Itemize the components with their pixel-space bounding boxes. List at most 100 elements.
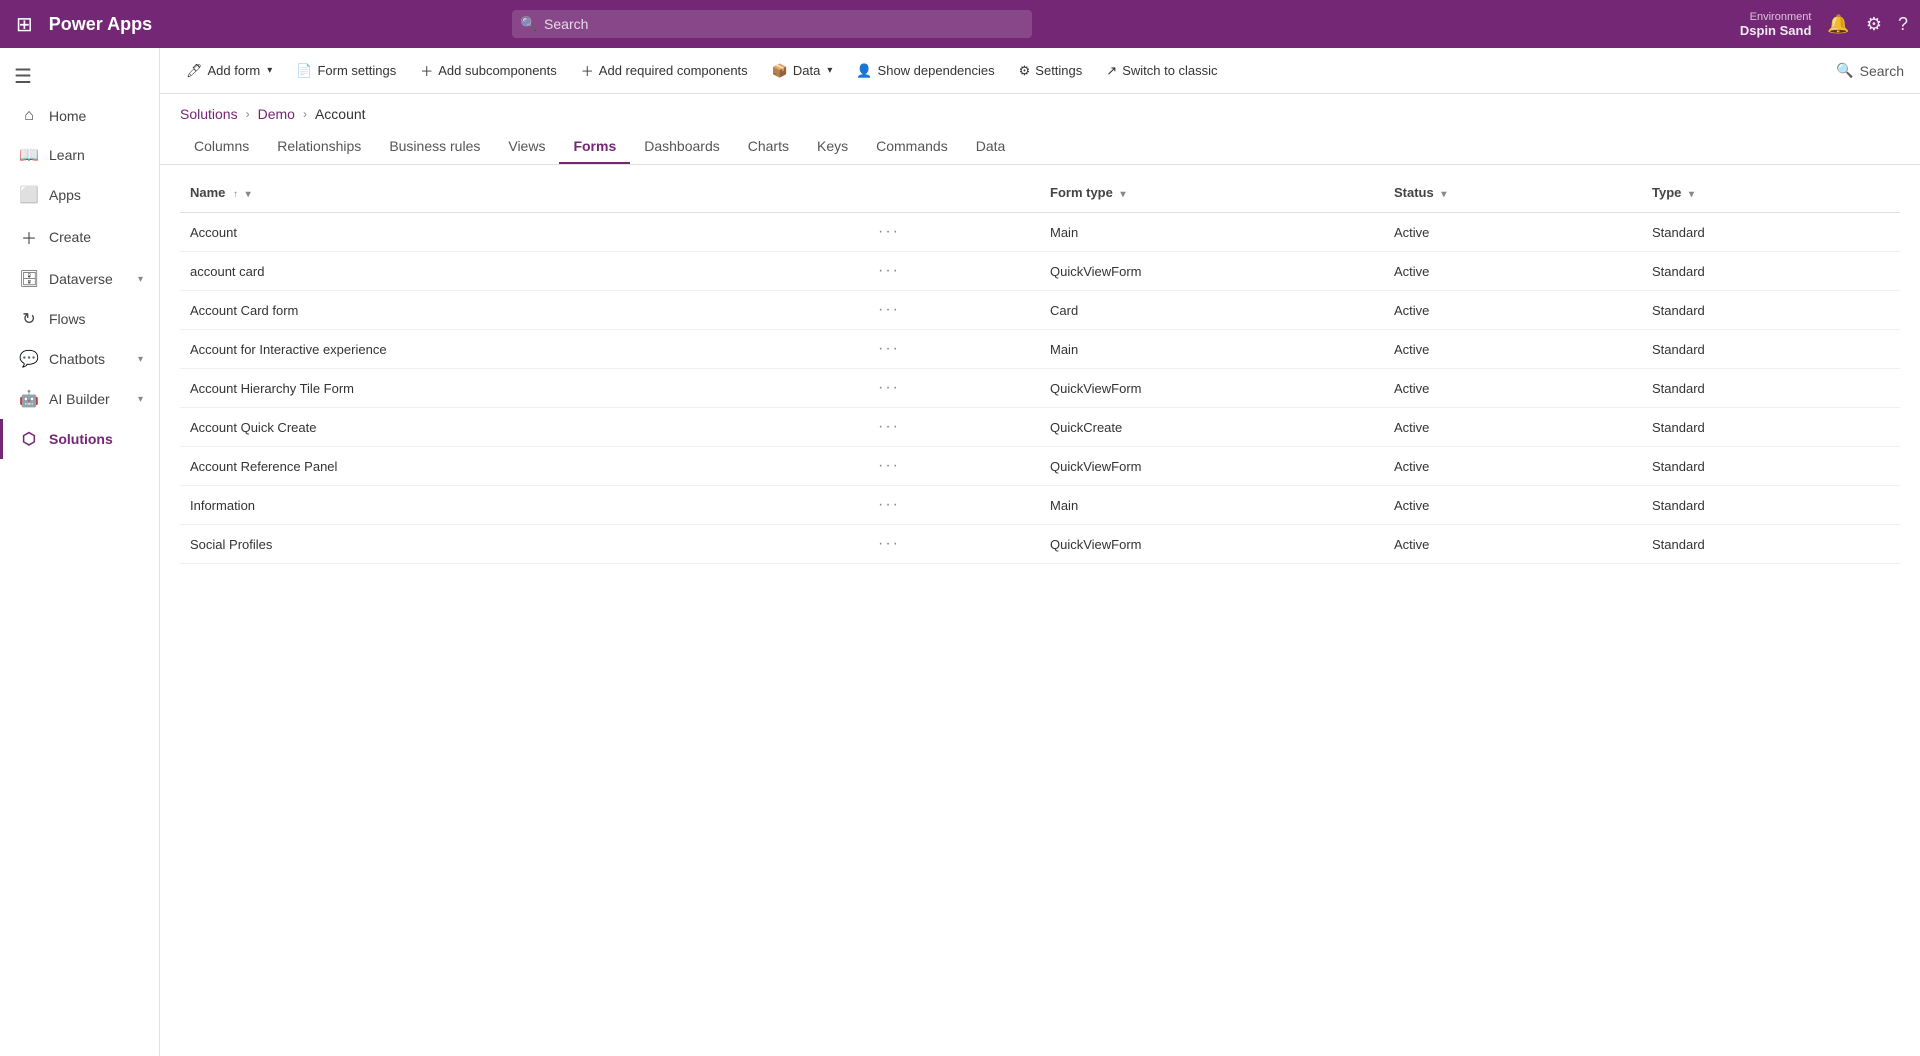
app-brand: Power Apps — [49, 14, 152, 35]
settings-label: Settings — [1035, 63, 1082, 78]
cell-form-type: Main — [1040, 213, 1384, 252]
tab-columns[interactable]: Columns — [180, 130, 263, 164]
column-header-form-type[interactable]: Form type ▾ — [1040, 173, 1384, 213]
form-settings-button[interactable]: 📄 Form settings — [286, 58, 406, 84]
tab-keys[interactable]: Keys — [803, 130, 862, 164]
settings-icon: ⚙ — [1019, 63, 1031, 79]
topbar-search-input[interactable] — [512, 10, 1032, 38]
sidebar-item-apps[interactable]: ⬜ Apps — [0, 175, 159, 215]
tab-business-rules[interactable]: Business rules — [375, 130, 494, 164]
row-actions-button[interactable]: ··· — [868, 486, 1040, 525]
column-header-type[interactable]: Type ▾ — [1642, 173, 1900, 213]
cell-form-type: Card — [1040, 291, 1384, 330]
cell-name: Account Hierarchy Tile Form — [180, 369, 868, 408]
toolbar-search-right[interactable]: 🔍 Search — [1836, 62, 1904, 79]
cell-status: Active — [1384, 291, 1642, 330]
sidebar-item-ai-builder[interactable]: 🤖 AI Builder ▾ — [0, 379, 159, 419]
row-actions-button[interactable]: ··· — [868, 291, 1040, 330]
sidebar-item-label: Apps — [49, 187, 81, 203]
add-form-button[interactable]: 🖊 Add form ▾ — [176, 58, 282, 84]
switch-classic-button[interactable]: ↗ Switch to classic — [1096, 58, 1227, 84]
cell-status: Active — [1384, 252, 1642, 291]
table-row[interactable]: Account Quick Create ··· QuickCreate Act… — [180, 408, 1900, 447]
search-icon: 🔍 — [520, 16, 537, 33]
sidebar-item-learn[interactable]: 📖 Learn — [0, 135, 159, 175]
waffle-icon[interactable]: ⊞ — [12, 8, 37, 41]
sidebar-item-solutions[interactable]: ⬡ Solutions — [0, 419, 159, 459]
sidebar-item-label: Dataverse — [49, 271, 113, 287]
table-row[interactable]: Account Hierarchy Tile Form ··· QuickVie… — [180, 369, 1900, 408]
row-actions-button[interactable]: ··· — [868, 252, 1040, 291]
ai-builder-icon: 🤖 — [19, 389, 39, 409]
data-button[interactable]: 📦 Data ▾ — [762, 58, 843, 84]
forms-table: Name ↑ ▾ Form type ▾ Status ▾ — [180, 173, 1900, 564]
cell-name: Information — [180, 486, 868, 525]
show-dependencies-label: Show dependencies — [878, 63, 995, 78]
cell-name: Account for Interactive experience — [180, 330, 868, 369]
filter-icon: ▾ — [1120, 189, 1125, 200]
table-row[interactable]: Account ··· Main Active Standard — [180, 213, 1900, 252]
cell-form-type: QuickViewForm — [1040, 252, 1384, 291]
tab-forms[interactable]: Forms — [559, 130, 630, 164]
add-form-icon: 🖊 — [186, 63, 203, 79]
sidebar-item-label: Solutions — [49, 431, 113, 447]
row-actions-button[interactable]: ··· — [868, 525, 1040, 564]
cell-status: Active — [1384, 330, 1642, 369]
sidebar-item-label: Flows — [49, 311, 86, 327]
add-subcomponents-button[interactable]: ＋ Add subcomponents — [410, 56, 567, 85]
table-row[interactable]: Account Card form ··· Card Active Standa… — [180, 291, 1900, 330]
add-required-label: Add required components — [599, 63, 748, 78]
breadcrumb-demo[interactable]: Demo — [258, 106, 295, 122]
table-row[interactable]: Account Reference Panel ··· QuickViewFor… — [180, 447, 1900, 486]
toolbar-search-label: Search — [1860, 63, 1904, 79]
sidebar-item-label: Home — [49, 108, 86, 124]
sidebar-item-create[interactable]: ＋ Create — [0, 215, 159, 259]
cell-form-type: Main — [1040, 330, 1384, 369]
table-area: Name ↑ ▾ Form type ▾ Status ▾ — [160, 165, 1920, 1056]
row-actions-button[interactable]: ··· — [868, 213, 1040, 252]
help-icon[interactable]: ? — [1898, 14, 1908, 35]
data-icon: 📦 — [772, 63, 788, 79]
sidebar-item-flows[interactable]: ↻ Flows — [0, 299, 159, 339]
content-area: 🖊 Add form ▾ 📄 Form settings ＋ Add subco… — [160, 48, 1920, 1056]
cell-status: Active — [1384, 213, 1642, 252]
cell-type: Standard — [1642, 486, 1900, 525]
sidebar-item-label: Create — [49, 229, 91, 245]
sidebar-item-dataverse[interactable]: 🗄 Dataverse ▾ — [0, 259, 159, 299]
tab-charts[interactable]: Charts — [734, 130, 803, 164]
dependencies-icon: 👤 — [856, 63, 872, 79]
row-actions-button[interactable]: ··· — [868, 408, 1040, 447]
apps-icon: ⬜ — [19, 185, 39, 205]
sidebar-item-chatbots[interactable]: 💬 Chatbots ▾ — [0, 339, 159, 379]
add-required-button[interactable]: ＋ Add required components — [571, 56, 758, 85]
row-actions-button[interactable]: ··· — [868, 447, 1040, 486]
sidebar-collapse-button[interactable]: ☰ — [0, 56, 159, 97]
show-dependencies-button[interactable]: 👤 Show dependencies — [846, 58, 1004, 84]
row-actions-button[interactable]: ··· — [868, 369, 1040, 408]
settings-icon[interactable]: ⚙ — [1866, 14, 1882, 35]
search-icon: 🔍 — [1836, 62, 1853, 79]
table-row[interactable]: Social Profiles ··· QuickViewForm Active… — [180, 525, 1900, 564]
cell-status: Active — [1384, 369, 1642, 408]
breadcrumb-solutions[interactable]: Solutions — [180, 106, 238, 122]
plus-icon: ＋ — [581, 61, 594, 80]
table-row[interactable]: account card ··· QuickViewForm Active St… — [180, 252, 1900, 291]
row-actions-button[interactable]: ··· — [868, 330, 1040, 369]
sidebar-item-home[interactable]: ⌂ Home — [0, 97, 159, 135]
settings-button[interactable]: ⚙ Settings — [1009, 58, 1093, 84]
column-header-name[interactable]: Name ↑ ▾ — [180, 173, 868, 213]
add-form-label: Add form — [208, 63, 261, 78]
tab-commands[interactable]: Commands — [862, 130, 962, 164]
tab-data[interactable]: Data — [962, 130, 1020, 164]
tab-dashboards[interactable]: Dashboards — [630, 130, 734, 164]
learn-icon: 📖 — [19, 145, 39, 165]
sidebar-item-label: Learn — [49, 147, 85, 163]
notifications-icon[interactable]: 🔔 — [1827, 14, 1849, 35]
tab-relationships[interactable]: Relationships — [263, 130, 375, 164]
column-header-status[interactable]: Status ▾ — [1384, 173, 1642, 213]
home-icon: ⌂ — [19, 107, 39, 125]
table-row[interactable]: Information ··· Main Active Standard — [180, 486, 1900, 525]
tab-views[interactable]: Views — [494, 130, 559, 164]
table-row[interactable]: Account for Interactive experience ··· M… — [180, 330, 1900, 369]
cell-name: account card — [180, 252, 868, 291]
